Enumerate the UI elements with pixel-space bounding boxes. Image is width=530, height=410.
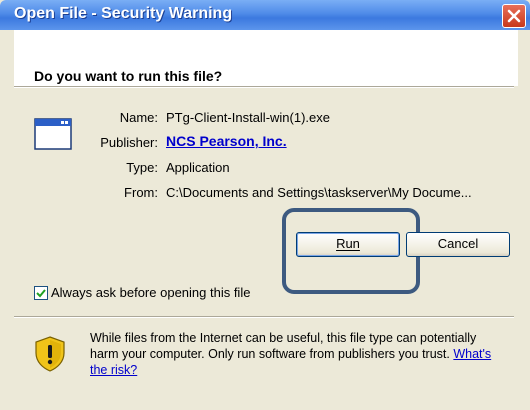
title-bar[interactable]: Open File - Security Warning <box>0 0 530 30</box>
from-label: From: <box>124 185 158 200</box>
question-heading: Do you want to run this file? <box>34 68 223 84</box>
window-title: Open File - Security Warning <box>14 5 233 22</box>
type-value: Application <box>166 160 230 175</box>
always-ask-checkbox[interactable] <box>34 286 48 300</box>
shield-warning-icon <box>35 336 65 372</box>
security-warning-dialog: Open File - Security Warning Do you want… <box>0 0 530 410</box>
checkmark-icon <box>36 289 46 298</box>
close-icon <box>507 9 521 23</box>
from-value: C:\Documents and Settings\taskserver\My … <box>166 185 472 200</box>
header-divider <box>14 86 514 88</box>
run-button[interactable]: Run <box>296 232 400 257</box>
warning-message: While files from the Internet can be use… <box>90 330 500 378</box>
publisher-value-container: NCS Pearson, Inc. <box>166 133 287 149</box>
always-ask-label[interactable]: Always ask before opening this file <box>51 285 250 300</box>
publisher-link[interactable]: NCS Pearson, Inc. <box>166 133 287 149</box>
footer-divider <box>14 316 514 318</box>
dialog-body: Do you want to run this file? Name: PTg-… <box>0 30 520 410</box>
name-value: PTg-Client-Install-win(1).exe <box>166 110 330 125</box>
close-button[interactable] <box>502 4 526 28</box>
type-label: Type: <box>126 160 158 175</box>
cancel-button-label: Cancel <box>437 236 479 251</box>
cancel-button[interactable]: Cancel <box>406 232 510 257</box>
name-label: Name: <box>119 110 158 125</box>
publisher-label: Publisher: <box>100 135 158 150</box>
warning-text: While files from the Internet can be use… <box>90 331 477 361</box>
run-button-label: Run <box>336 236 360 251</box>
